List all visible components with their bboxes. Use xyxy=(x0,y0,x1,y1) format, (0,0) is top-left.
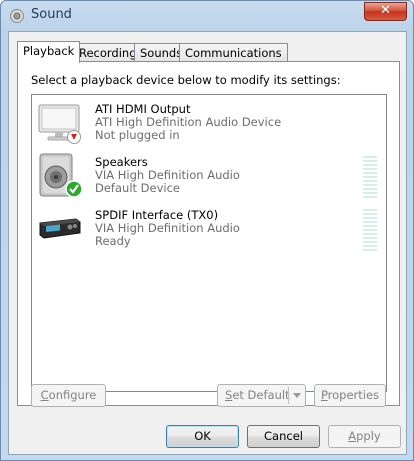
tab-label: Recording xyxy=(79,46,137,60)
split-divider xyxy=(288,387,289,404)
device-driver: VIA High Definition Audio xyxy=(95,168,240,182)
device-item-hdmi[interactable]: ATI HDMI Output ATI High Definition Audi… xyxy=(32,97,386,150)
tab-recording[interactable]: Recording xyxy=(73,43,143,62)
close-icon: ✕ xyxy=(380,3,391,18)
receiver-icon xyxy=(39,218,81,239)
properties-button[interactable]: Properties xyxy=(314,384,386,407)
tab-label: Sounds xyxy=(140,46,183,60)
device-driver: ATI High Definition Audio Device xyxy=(95,115,282,129)
device-name: ATI HDMI Output xyxy=(95,102,191,116)
device-item-spdif[interactable]: SPDIF Interface (TX0) VIA High Definitio… xyxy=(32,203,386,256)
window-title: Sound xyxy=(31,7,72,22)
device-status: Not plugged in xyxy=(95,128,180,142)
tab-label: Communications xyxy=(185,46,282,60)
tab-label: Playback xyxy=(23,44,75,58)
device-status: Ready xyxy=(95,234,131,248)
level-meter xyxy=(363,209,377,253)
device-name: Speakers xyxy=(95,155,148,169)
device-driver: VIA High Definition Audio xyxy=(95,221,240,235)
device-item-speakers[interactable]: Speakers VIA High Definition Audio Defau… xyxy=(32,150,386,203)
chevron-down-icon[interactable] xyxy=(293,393,301,398)
cancel-button[interactable]: Cancel xyxy=(247,425,320,448)
device-name: SPDIF Interface (TX0) xyxy=(95,208,219,222)
ok-button[interactable]: OK xyxy=(166,425,239,448)
set-default-button[interactable]: Set Default xyxy=(217,384,306,407)
title-bar[interactable]: Sound ✕ xyxy=(1,1,413,31)
playback-panel: Select a playback device below to modify… xyxy=(17,61,400,406)
device-status: Default Device xyxy=(95,181,181,195)
speaker-icon xyxy=(39,153,83,198)
tab-communications[interactable]: Communications xyxy=(179,43,288,62)
speaker-app-icon xyxy=(10,9,24,23)
close-button[interactable]: ✕ xyxy=(364,2,407,21)
monitor-icon xyxy=(38,104,81,144)
sound-dialog: Sound ✕ Playback Recording Sounds Commun… xyxy=(0,0,414,461)
dialog-body: Playback Recording Sounds Communications… xyxy=(8,31,407,455)
tab-playback[interactable]: Playback xyxy=(17,41,81,63)
level-meter xyxy=(363,156,377,200)
device-list[interactable]: ATI HDMI Output ATI High Definition Audi… xyxy=(31,94,387,392)
configure-button[interactable]: Configure xyxy=(31,384,106,407)
apply-button[interactable]: Apply xyxy=(328,425,401,448)
instruction-text: Select a playback device below to modify… xyxy=(31,73,341,87)
